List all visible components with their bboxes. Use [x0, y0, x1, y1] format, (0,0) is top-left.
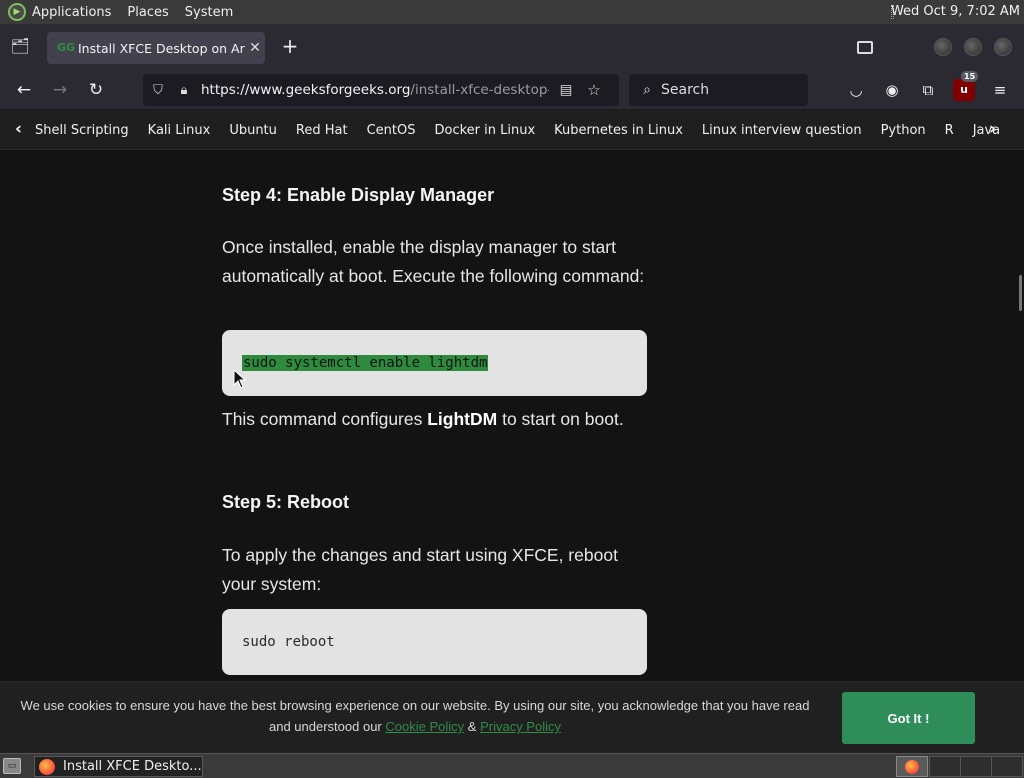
step4-heading: Step 4: Enable Display Manager	[222, 185, 495, 205]
extensions-puzzle-icon[interactable]: ⧉	[917, 79, 939, 101]
hamburger-menu-icon[interactable]: ≡	[989, 79, 1011, 101]
taskbar-window-button[interactable]: Install XFCE Deskto...	[34, 756, 203, 777]
step5-heading: Step 5: Reboot	[222, 492, 350, 512]
category-link[interactable]: Java	[973, 123, 1000, 138]
code-text-selected[interactable]: sudo systemctl enable lightdm	[242, 355, 489, 371]
system-top-panel: ▶ Applications Places System Wed Oct 9, …	[0, 0, 1024, 24]
tab-list-icon[interactable]: 🗂	[10, 37, 30, 57]
account-icon[interactable]: ◉	[881, 79, 903, 101]
page-scrollbar-thumb[interactable]	[1019, 275, 1022, 311]
window-restore-icon[interactable]	[857, 40, 873, 54]
new-tab-icon[interactable]: +	[279, 35, 301, 57]
step4-paragraph: Once installed, enable the display manag…	[222, 237, 645, 286]
pocket-icon[interactable]: ◡	[845, 79, 867, 101]
search-icon: ⌕	[643, 82, 651, 98]
category-link[interactable]: Python	[881, 123, 926, 138]
geeksforgeeks-favicon-icon: GG	[57, 41, 76, 54]
tab-title: Install XFCE Desktop on Arch Linux	[78, 40, 245, 56]
code-block: sudo systemctl enable lightdm	[222, 330, 647, 396]
privacy-policy-link[interactable]: Privacy Policy	[480, 719, 561, 734]
search-placeholder: Search	[661, 82, 710, 98]
step5-paragraph: To apply the changes and start using XFC…	[222, 545, 618, 594]
menu-places[interactable]: Places	[127, 5, 168, 20]
search-input[interactable]: ⌕ Search	[629, 74, 808, 106]
forward-arrow-icon[interactable]: →	[48, 78, 72, 102]
window-minimize-button[interactable]	[934, 38, 952, 56]
category-link[interactable]: Shell Scripting	[35, 123, 129, 138]
mouse-pointer-icon	[233, 369, 247, 389]
scroll-left-chevron-icon[interactable]: ‹	[15, 120, 22, 138]
reader-view-icon[interactable]: ▤	[555, 82, 577, 98]
lock-icon[interactable]: 🔒︎	[173, 83, 195, 98]
navigation-toolbar: ← → ↻ ⛉ 🔒︎ https://www.geeksforgeeks.org…	[0, 70, 1024, 110]
workspace-1[interactable]	[896, 756, 928, 777]
cookie-policy-link[interactable]: Cookie Policy	[385, 719, 464, 734]
category-link[interactable]: CentOS	[367, 123, 416, 138]
cookie-message: We use cookies to ensure you have the be…	[20, 698, 810, 734]
menu-applications[interactable]: Applications	[32, 5, 111, 20]
category-link[interactable]: Kali Linux	[148, 123, 211, 138]
page-content: Step 4: Enable Display Manager Once inst…	[0, 151, 1024, 681]
firefox-icon	[905, 759, 919, 774]
window-close-button[interactable]	[994, 38, 1012, 56]
browser-tab-bar: 🗂 GG Install XFCE Desktop on Arch Linux …	[0, 24, 1024, 70]
cookie-banner: We use cookies to ensure you have the be…	[0, 681, 1024, 753]
scroll-right-chevron-icon[interactable]: ›	[989, 120, 996, 138]
code-block: sudo reboot	[222, 609, 647, 675]
bookmark-star-icon[interactable]: ☆	[583, 81, 605, 99]
close-tab-icon[interactable]: ✕	[245, 40, 265, 56]
shield-icon[interactable]: ⛉	[147, 83, 169, 98]
category-link[interactable]: Kubernetes in Linux	[554, 123, 683, 138]
workspace-4[interactable]	[991, 756, 1023, 777]
firefox-icon	[39, 758, 55, 775]
category-nav-bar: ‹ Shell Scripting Kali Linux Ubuntu Red …	[0, 110, 1024, 150]
clock[interactable]: Wed Oct 9, 7:02 AM	[891, 0, 1020, 24]
mate-logo-icon[interactable]: ▶	[8, 3, 26, 21]
category-link[interactable]: Red Hat	[296, 123, 348, 138]
code-text[interactable]: sudo reboot	[242, 634, 335, 650]
back-arrow-icon[interactable]: ←	[12, 78, 36, 102]
got-it-button[interactable]: Got It !	[842, 692, 975, 744]
menu-system[interactable]: System	[185, 5, 233, 20]
url-text[interactable]: https://www.geeksforgeeks.org/install-xf…	[201, 82, 549, 98]
ublock-origin-icon[interactable]: u 15	[953, 71, 979, 101]
workspace-3[interactable]	[960, 756, 992, 777]
category-link[interactable]: Docker in Linux	[434, 123, 535, 138]
after-code-paragraph: This command configures LightDM to start…	[222, 409, 624, 429]
ublock-badge-count: 15	[961, 71, 979, 82]
lightdm-bold: LightDM	[427, 409, 498, 429]
bottom-taskbar: ▭ Install XFCE Deskto...	[0, 753, 1024, 778]
address-bar[interactable]: ⛉ 🔒︎ https://www.geeksforgeeks.org/insta…	[143, 74, 619, 106]
show-desktop-icon[interactable]: ▭	[3, 758, 21, 774]
category-link[interactable]: Ubuntu	[229, 123, 277, 138]
tab-active[interactable]: GG Install XFCE Desktop on Arch Linux ✕	[47, 32, 265, 64]
workspace-2[interactable]	[929, 756, 961, 777]
taskbar-window-title: Install XFCE Deskto...	[63, 759, 202, 774]
window-maximize-button[interactable]	[964, 38, 982, 56]
category-link[interactable]: Linux interview question	[702, 123, 862, 138]
reload-icon[interactable]: ↻	[84, 78, 108, 102]
category-link[interactable]: R	[945, 123, 954, 138]
